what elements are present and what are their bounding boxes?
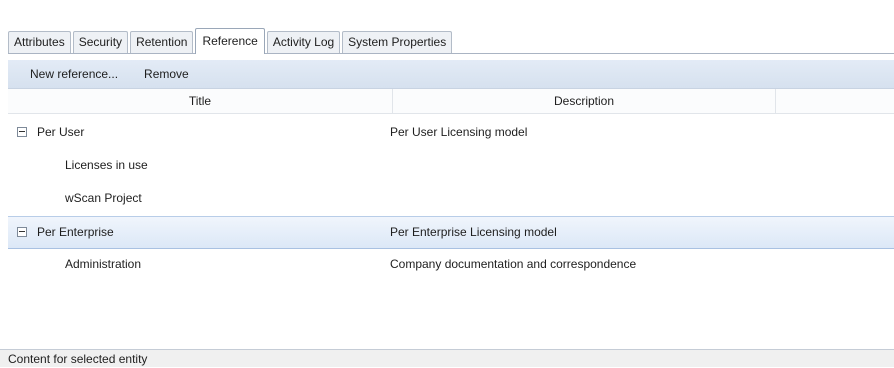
tree-row-title: wScan Project xyxy=(65,191,142,205)
column-header-filler xyxy=(776,89,894,113)
tree-row-licenses-in-use[interactable]: Licenses in use xyxy=(8,150,894,183)
tree-row-description: Per User Licensing model xyxy=(390,125,528,139)
tree-row-title: Per Enterprise xyxy=(17,217,114,248)
status-bar: Content for selected entity xyxy=(0,349,894,367)
tab-reference[interactable]: Reference xyxy=(195,28,265,54)
column-header-description[interactable]: Description xyxy=(393,89,776,113)
tab-system-properties[interactable]: System Properties xyxy=(342,31,453,53)
tab-activity-log[interactable]: Activity Log xyxy=(266,31,341,53)
tab-attributes[interactable]: Attributes xyxy=(8,31,71,53)
tab-strip: Attributes Security Retention Reference … xyxy=(8,25,894,54)
tree-row-per-enterprise[interactable]: Per Enterprise Per Enterprise Licensing … xyxy=(8,216,894,249)
tree-row-title-text: Per Enterprise xyxy=(37,225,114,239)
reference-tree: Per User Per User Licensing model Licens… xyxy=(8,117,894,282)
tree-row-administration[interactable]: Administration Company documentation and… xyxy=(8,249,894,282)
reference-toolbar: New reference... Remove xyxy=(8,60,894,89)
remove-button[interactable]: Remove xyxy=(136,67,197,81)
tree-row-title: Administration xyxy=(65,257,142,271)
tree-row-title: Licenses in use xyxy=(65,158,148,172)
column-header-title[interactable]: Title xyxy=(8,89,393,113)
tree-row-title-text: Per User xyxy=(37,125,85,139)
column-header: Title Description xyxy=(8,89,894,114)
new-reference-button[interactable]: New reference... xyxy=(22,67,126,81)
tree-row-per-user[interactable]: Per User Per User Licensing model xyxy=(8,117,894,150)
tree-row-description: Company documentation and correspondence xyxy=(390,257,637,271)
tree-row-wscan-project[interactable]: wScan Project xyxy=(8,183,894,216)
collapse-toggle-icon[interactable] xyxy=(17,226,27,237)
collapse-toggle-icon[interactable] xyxy=(17,126,27,137)
tab-security[interactable]: Security xyxy=(72,31,129,53)
tree-row-description: Per Enterprise Licensing model xyxy=(390,225,557,239)
tree-row-title: Per User xyxy=(17,117,84,147)
tab-retention[interactable]: Retention xyxy=(130,31,194,53)
